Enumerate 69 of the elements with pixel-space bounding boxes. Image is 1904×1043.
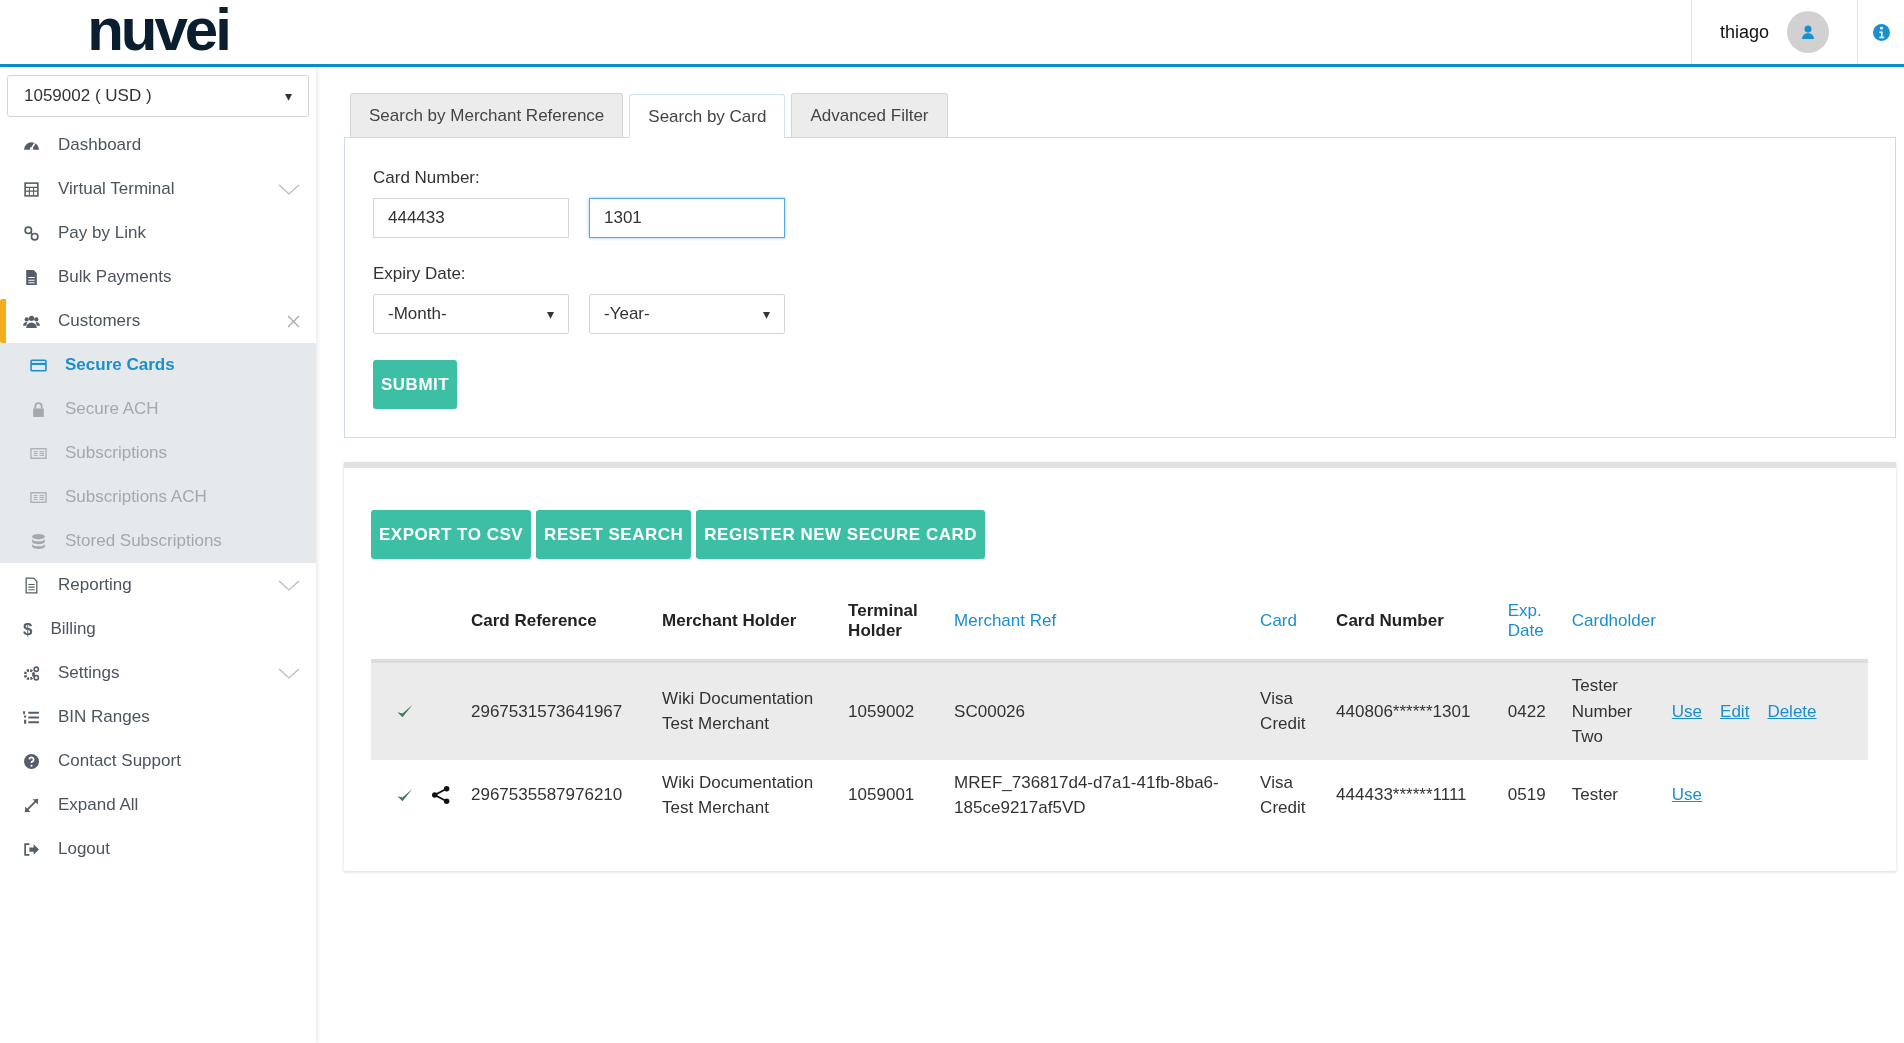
chevron-down-icon[interactable] xyxy=(278,579,300,591)
nav-item[interactable]: Bulk Payments xyxy=(0,255,316,299)
calculator-icon xyxy=(23,180,40,198)
column-header[interactable]: Card Reference xyxy=(471,611,597,631)
table-cell: Tester Number Two xyxy=(1571,676,1633,746)
nav-item[interactable]: $ Billing xyxy=(0,607,316,651)
tab[interactable]: Advanced Filter xyxy=(791,93,948,137)
column-header[interactable]: Card Number xyxy=(1336,611,1444,631)
help-icon xyxy=(23,752,40,770)
logo[interactable]: nuvei xyxy=(87,0,229,60)
nav-item[interactable]: Expand All xyxy=(0,783,316,827)
month-select[interactable]: -Month- ▾ xyxy=(373,294,569,334)
table-cell: 444433******1111 xyxy=(1336,785,1467,805)
column-header[interactable]: Terminal Holder xyxy=(848,601,939,641)
dollar-icon: $ xyxy=(23,620,33,638)
table-cell: 2967535587976210 xyxy=(471,785,623,805)
document-icon xyxy=(23,576,40,594)
nav-item[interactable]: Contact Support xyxy=(0,739,316,783)
nav-item[interactable]: Reporting xyxy=(0,563,316,607)
row-action-link[interactable]: Use xyxy=(1671,785,1703,805)
link-icon xyxy=(23,224,40,242)
column-header[interactable]: Merchant Ref xyxy=(954,611,1057,631)
table-cell: Tester xyxy=(1571,785,1619,805)
close-icon[interactable] xyxy=(287,314,300,328)
credit-card-icon xyxy=(30,356,47,374)
nav-item[interactable]: Dashboard xyxy=(0,123,316,167)
share-icon[interactable] xyxy=(431,785,451,805)
database-icon xyxy=(30,532,47,550)
nav-item[interactable]: Settings xyxy=(0,651,316,695)
gears-icon xyxy=(23,664,40,682)
table-cell: Visa Credit xyxy=(1260,772,1306,817)
table-cell: Wiki Documentation Test Merchant xyxy=(662,688,814,734)
nav-item[interactable]: BIN Ranges xyxy=(0,695,316,739)
table-cell: MREF_736817d4-d7a1-41fb-8ba6-185ce9217af5VD xyxy=(954,772,1219,817)
chevron-down-icon[interactable] xyxy=(278,667,300,679)
table-cell: SC00026 xyxy=(954,701,1025,721)
numbered-list-icon xyxy=(23,708,40,726)
field-label: Card Number: xyxy=(373,168,480,188)
nav-item[interactable]: Customers xyxy=(0,299,316,343)
year-select[interactable]: -Year- ▾ xyxy=(589,294,785,334)
table-cell: 440806******1301 xyxy=(1336,701,1471,721)
expand-icon xyxy=(23,796,40,814)
info-icon[interactable] xyxy=(1872,23,1890,41)
card-number-field[interactable]: 444433 xyxy=(373,198,569,238)
table-cell: 0519 xyxy=(1507,785,1546,805)
table-cell: Visa Credit xyxy=(1260,688,1306,734)
table-cell: Wiki Documentation Test Merchant xyxy=(662,772,814,817)
column-header[interactable]: Exp. Date xyxy=(1507,601,1548,641)
nav-item[interactable]: Virtual Terminal xyxy=(0,167,316,211)
user-avatar[interactable] xyxy=(1787,11,1829,53)
tab[interactable]: Search by Merchant Reference xyxy=(350,93,624,137)
document-icon xyxy=(23,268,40,286)
column-header[interactable]: Card xyxy=(1260,611,1297,631)
nav-item[interactable]: Pay by Link xyxy=(0,211,316,255)
table-cell: 1059001 xyxy=(848,785,915,805)
nav-item[interactable]: Logout xyxy=(0,827,316,871)
field-label: Expiry Date: xyxy=(373,264,466,284)
account-select[interactable]: 1059002 ( USD ) ▾ xyxy=(7,75,309,117)
table-cell: 1059002 xyxy=(848,701,915,721)
card-number-field[interactable]: 1301 xyxy=(589,198,785,238)
tab[interactable]: Search by Card xyxy=(629,94,786,138)
column-header[interactable]: Merchant Holder xyxy=(662,611,797,631)
column-header[interactable]: Cardholder xyxy=(1571,611,1656,631)
chevron-down-icon[interactable] xyxy=(278,183,300,195)
user-name: thiago xyxy=(1719,21,1769,43)
table-cell: 2967531573641967 xyxy=(471,701,623,721)
lock-icon xyxy=(30,400,47,418)
logout-icon xyxy=(23,840,40,858)
table-cell: 0422 xyxy=(1507,701,1546,721)
